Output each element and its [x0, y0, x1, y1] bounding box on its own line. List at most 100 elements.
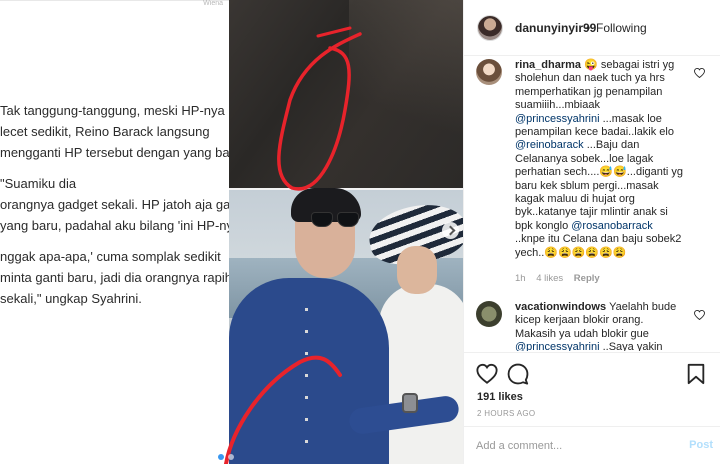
comment-line: kagak maluu di hujat org — [515, 193, 697, 206]
comment-line: baru kek sblum pergi...masak — [515, 180, 697, 193]
carousel-dots — [218, 454, 234, 460]
article-line: nggak apa-apa,' cuma somplak sedikit — [0, 249, 221, 264]
chevron-right-icon[interactable] — [442, 222, 459, 239]
comment-text: kagak maluu di hujat org — [515, 193, 635, 206]
post-timestamp: 2 HOURS AGO — [477, 409, 536, 418]
article-line: yang baru, padahal aku bilang 'ini HP-ny… — [0, 218, 229, 233]
comment-text: ..Saya yakin — [599, 341, 663, 351]
comment-line: memperhatikan jg penampilan — [515, 86, 697, 99]
following-button[interactable]: Following — [596, 21, 647, 35]
mention-link[interactable]: @princessyahrini — [515, 341, 600, 351]
speech-bubble-icon[interactable] — [507, 363, 529, 385]
carousel-dot — [228, 454, 234, 460]
commenter-avatar[interactable] — [476, 59, 502, 85]
comment-line: vacationwindows Yaelahh bude — [515, 301, 697, 314]
comment-line: bpk konglo @rosanobarrack — [515, 220, 697, 233]
comment-meta: 1h 4 likes Reply — [515, 273, 608, 284]
mention-link[interactable]: @reinobarack — [515, 139, 584, 151]
heart-icon[interactable] — [476, 363, 498, 385]
comment-line: byk..katanye tajir mlintir anak si — [515, 206, 697, 219]
comment-line: rina_dharma 😜 sebagai istri yg — [515, 59, 697, 72]
heart-icon[interactable] — [694, 310, 705, 320]
article-screenshot: Wiena Tak tanggung-tanggung, meski HP-ny… — [0, 0, 229, 464]
comments-list[interactable]: rina_dharma 😜 sebagai istri yg sholehun d… — [464, 57, 720, 351]
comment-text: byk..katanye tajir mlintir anak si — [515, 206, 668, 219]
comment-time: 1h — [515, 273, 526, 284]
mention-link[interactable]: @princessyahrini — [515, 113, 600, 125]
couple-photo — [229, 188, 463, 464]
comment-likes[interactable]: 4 likes — [536, 273, 563, 284]
comment-line: perhatian sech....😅😅...diganti yg — [515, 166, 697, 179]
article-line: Tak tanggung-tanggung, meski HP-nya — [0, 103, 225, 118]
comment-text: memperhatikan jg penampilan — [515, 85, 663, 98]
comment-author[interactable]: vacationwindows — [515, 301, 609, 313]
add-comment-bar: Post — [464, 426, 720, 464]
post-header: danunyinyir99 • Following — [464, 0, 720, 56]
comment-line: @princessyahrini ..Saya yakin — [515, 341, 697, 351]
article-text: Tak tanggung-tanggung, meski HP-nya lece… — [0, 100, 229, 309]
comment-text: Makasih ya udah blokir gue — [515, 327, 649, 340]
article-line: lecet sedikit, Reino Barack langsung — [0, 124, 210, 139]
comment-line: Celananya sobek...loe lagak — [515, 153, 697, 166]
comment-line: yech..😩😩😩😩😩😩 — [515, 247, 697, 260]
commenter-avatar[interactable] — [476, 301, 502, 327]
sunglasses-lens-right — [337, 212, 359, 227]
bookmark-icon[interactable] — [685, 363, 707, 385]
comment-line: Makasih ya udah blokir gue — [515, 328, 697, 341]
comment-text: Celananya sobek...loe lagak — [515, 152, 654, 165]
comment-line: @princessyahrini ...masak loe — [515, 113, 697, 126]
comment-text: ...masak loe — [599, 112, 662, 125]
article-line: "Suamiku dia — [0, 176, 77, 191]
comment-line: sholehun dan naek tuch ya hrs — [515, 72, 697, 85]
article-line: minta ganti baru, jadi dia orangnya rapi… — [0, 270, 229, 285]
comment-text: sholehun dan naek tuch ya hrs — [515, 72, 665, 85]
light-streak — [349, 0, 463, 188]
man-figure — [229, 278, 389, 464]
phone-closeup-photo — [229, 0, 463, 188]
comment-line: suamiiih...mbiaak — [515, 99, 697, 112]
owner-username[interactable]: danunyinyir99 — [515, 21, 596, 35]
woman-figure — [379, 284, 463, 464]
sunglasses — [311, 212, 361, 228]
heart-icon[interactable] — [694, 68, 705, 78]
comment-author[interactable]: rina_dharma — [515, 59, 584, 71]
article-line: sekali," ungkap Syahrini. — [0, 291, 142, 306]
article-line: mengganti HP tersebut dengan yang baru. — [0, 145, 229, 160]
comment-text: suamiiih...mbiaak — [515, 99, 600, 112]
comment-text: baru kek sblum pergi...masak — [515, 179, 659, 192]
comment-line: kicep kerjaan blokir orang. — [515, 314, 697, 327]
comment-line: @reinobarack ...Baju dan — [515, 139, 697, 152]
comment-line: penampilan kece badai..lakik elo — [515, 126, 697, 139]
top-rule — [0, 0, 229, 1]
comment-body: vacationwindows Yaelahh bude kicep kerjaa… — [515, 301, 697, 351]
comment-text: ..knpe itu Celana dan baju sobek2 — [515, 233, 682, 246]
comment-input[interactable] — [476, 436, 676, 456]
shirt-buttons — [305, 308, 308, 458]
comment-text: bpk konglo — [515, 219, 572, 232]
avatar[interactable] — [477, 15, 503, 41]
post-image[interactable]: Wiena Tak tanggung-tanggung, meski HP-ny… — [0, 0, 463, 464]
wristwatch — [402, 393, 418, 413]
comment-text: perhatian sech....😅😅...diganti yg — [515, 166, 684, 179]
post-actions: 191 likes 2 HOURS AGO — [464, 352, 720, 426]
comment-text: yech..😩😩😩😩😩😩 — [515, 246, 627, 259]
reply-button[interactable]: Reply — [574, 273, 600, 284]
likes-count[interactable]: 191 likes — [477, 391, 523, 403]
comment-text: penampilan kece badai..lakik elo — [515, 126, 674, 139]
comment-line: ..knpe itu Celana dan baju sobek2 — [515, 233, 697, 246]
comment-text: kicep kerjaan blokir orang. — [515, 314, 644, 327]
article-line: orangnya gadget sekali. HP jatoh aja gan… — [0, 197, 229, 212]
carousel-dot-active — [218, 454, 224, 460]
comment-text: ...Baju dan — [583, 139, 640, 152]
article-watermark: Wiena — [203, 0, 223, 7]
post-button[interactable]: Post — [689, 439, 713, 451]
post-side-panel: danunyinyir99 • Following rina_dharma 😜 … — [463, 0, 720, 464]
sunglasses-lens-left — [311, 212, 333, 227]
mention-link[interactable]: @rosanobarrack — [571, 220, 652, 232]
separator-dot: • — [586, 21, 591, 35]
comment-text: 😜 sebagai istri yg — [584, 59, 675, 71]
comment-body: rina_dharma 😜 sebagai istri yg sholehun d… — [515, 59, 697, 260]
woman-face — [397, 246, 437, 294]
